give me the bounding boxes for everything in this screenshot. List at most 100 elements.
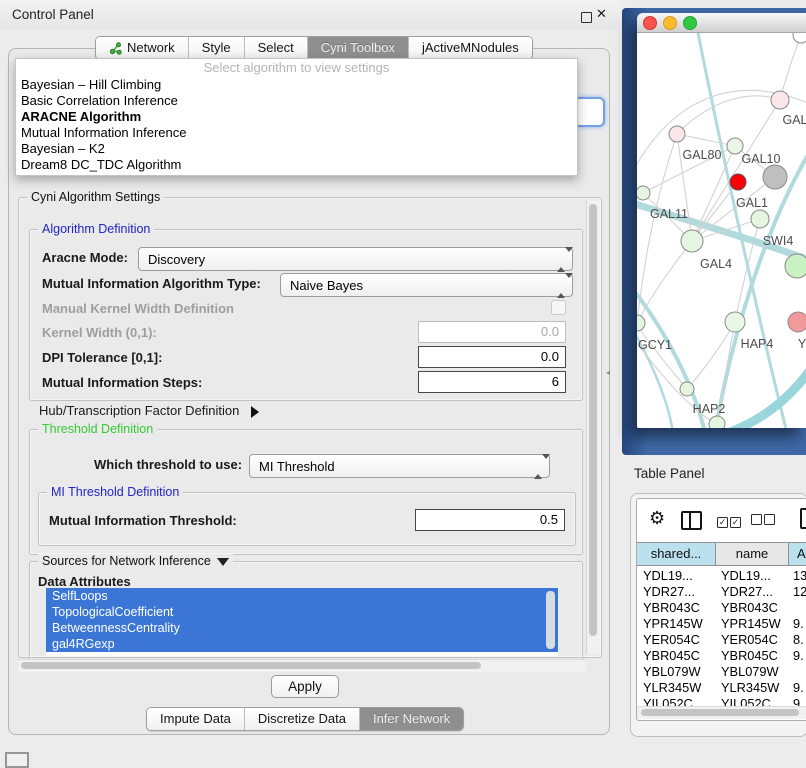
node[interactable] — [709, 416, 725, 428]
scrollbar-thumb[interactable] — [589, 204, 597, 636]
aracne-mode-label: Aracne Mode: — [42, 250, 128, 265]
tab-impute-data[interactable]: Impute Data — [147, 708, 244, 730]
dropdown-item[interactable]: Bayesian – Hill Climbing — [16, 77, 577, 93]
stepper-icon — [557, 252, 566, 267]
aracne-mode-select[interactable]: Discovery — [138, 247, 573, 271]
node[interactable] — [680, 382, 694, 396]
node-label: GAL — [782, 113, 806, 127]
hub-definition-expander[interactable]: Hub/Transcription Factor Definition — [39, 403, 259, 418]
node[interactable] — [793, 33, 806, 43]
node[interactable] — [637, 315, 645, 331]
clear-all-checks-icon[interactable] — [751, 513, 777, 528]
scrollbar-thumb[interactable] — [21, 662, 481, 669]
node[interactable] — [725, 312, 745, 332]
kernel-width-field[interactable]: 0.0 — [418, 321, 566, 343]
column-layout-icon[interactable] — [681, 511, 702, 530]
node[interactable] — [785, 254, 806, 278]
node[interactable] — [763, 165, 787, 189]
network-window-titlebar[interactable] — [637, 13, 806, 33]
node-label-layer: GAL GAL80 GAL10 GAL1 GAL11 GAL4 SWI4 GCY… — [638, 113, 806, 416]
apply-button[interactable]: Apply — [271, 675, 339, 698]
table-row[interactable]: YER054CYER054C8. — [637, 632, 806, 648]
network-canvas[interactable]: GAL GAL80 GAL10 GAL1 GAL11 GAL4 SWI4 GCY… — [637, 33, 806, 428]
float-window-icon[interactable] — [581, 12, 592, 23]
table-row[interactable]: YBR043CYBR043C — [637, 600, 806, 616]
node[interactable] — [788, 312, 806, 332]
tab-jactivemnodules[interactable]: jActiveMNodules — [408, 37, 532, 59]
stepper-icon — [557, 278, 566, 293]
table-row[interactable]: YBL079WYBL079W — [637, 664, 806, 680]
which-threshold-select[interactable]: MI Threshold — [249, 454, 550, 478]
node[interactable] — [637, 186, 650, 200]
node[interactable] — [771, 91, 789, 109]
dropdown-item[interactable]: Bayesian – K2 — [16, 141, 577, 157]
mi-steps-field[interactable]: 6 — [418, 371, 566, 393]
cyni-bottom-tab-bar: Impute Data Discretize Data Infer Networ… — [146, 707, 464, 731]
group-title: Algorithm Definition — [38, 222, 154, 237]
close-traffic-icon[interactable] — [643, 16, 657, 30]
list-item[interactable]: gal4RGexp — [46, 636, 558, 652]
network-window[interactable]: GAL GAL80 GAL10 GAL1 GAL11 GAL4 SWI4 GCY… — [637, 13, 806, 428]
list-item[interactable]: SelfLoops — [46, 588, 558, 604]
minimize-traffic-icon[interactable] — [663, 16, 677, 30]
dpi-tolerance-field[interactable]: 0.0 — [418, 346, 566, 368]
node[interactable] — [751, 210, 769, 228]
node-label: Y — [798, 337, 806, 351]
table-row[interactable]: YPR145WYPR145W9. — [637, 616, 806, 632]
manual-kernel-checkbox[interactable] — [551, 300, 566, 315]
mi-steps-label: Mutual Information Steps: — [42, 375, 202, 390]
table-row[interactable]: YDL19...YDL19...13 — [637, 568, 806, 584]
tab-network[interactable]: Network — [96, 37, 188, 59]
manual-kernel-label: Manual Kernel Width Definition — [42, 301, 234, 316]
dropdown-item[interactable]: Basic Correlation Inference — [16, 93, 577, 109]
column-header-name[interactable]: name — [716, 543, 789, 565]
table-row[interactable]: YDR27...YDR27...12 — [637, 584, 806, 600]
node-label: GAL1 — [736, 196, 768, 210]
settings-vertical-scrollbar[interactable] — [586, 200, 600, 654]
tab-cyni-toolbox[interactable]: Cyni Toolbox — [307, 37, 408, 59]
node[interactable] — [681, 230, 703, 252]
splitter-collapse-icon[interactable]: ◂ — [606, 367, 614, 379]
node[interactable] — [669, 126, 685, 142]
table-row[interactable]: YLR345WYLR345W9. — [637, 680, 806, 696]
network-view-desktop: GAL GAL80 GAL10 GAL1 GAL11 GAL4 SWI4 GCY… — [622, 8, 806, 455]
collapsed-panel-handle[interactable] — [5, 752, 29, 768]
table-panel-title: Table Panel — [634, 466, 705, 481]
table-row[interactable]: YBR045CYBR045C9. — [637, 648, 806, 664]
column-header-shared-name[interactable]: shared... — [637, 543, 716, 565]
algorithm-definition-group: Algorithm Definition Aracne Mode: Discov… — [29, 229, 583, 401]
column-header-partial[interactable]: A — [789, 543, 806, 565]
dropdown-item[interactable]: Mutual Information Inference — [16, 125, 577, 141]
tab-discretize-data[interactable]: Discretize Data — [244, 708, 359, 730]
data-attributes-list: SelfLoops TopologicalCoefficient Between… — [46, 588, 558, 656]
node-label: HAP4 — [741, 337, 774, 351]
list-scrollbar[interactable] — [546, 591, 555, 649]
export-table-icon[interactable] — [800, 508, 806, 529]
node-label: HAP2 — [693, 402, 726, 416]
list-item[interactable]: TopologicalCoefficient — [46, 604, 558, 620]
tab-infer-network[interactable]: Infer Network — [359, 708, 463, 730]
close-icon[interactable]: ✕ — [596, 6, 607, 22]
node-label: GAL80 — [683, 148, 722, 162]
tab-style[interactable]: Style — [188, 37, 244, 59]
gear-icon[interactable]: ⚙ — [649, 508, 665, 529]
zoom-traffic-icon[interactable] — [683, 16, 697, 30]
threshold-definition-group: Threshold Definition Which threshold to … — [29, 429, 583, 555]
tab-select[interactable]: Select — [244, 37, 307, 59]
group-title: MI Threshold Definition — [47, 485, 183, 500]
select-all-checks-icon[interactable]: ✓✓ — [717, 513, 743, 528]
dropdown-item[interactable]: Dream8 DC_TDC Algorithm — [16, 157, 577, 173]
collapse-down-icon — [217, 558, 229, 566]
stepper-icon — [534, 459, 543, 474]
group-title: Threshold Definition — [38, 422, 157, 437]
list-item[interactable]: BetweennessCentrality — [46, 620, 558, 636]
mi-threshold-field[interactable]: 0.5 — [415, 509, 565, 531]
settings-horizontal-scrollbar[interactable] — [18, 659, 586, 672]
algorithm-combo-fragment[interactable] — [574, 97, 605, 127]
dropdown-item-selected[interactable]: ARACNE Algorithm — [16, 109, 577, 125]
table-panel: ⚙ ✓✓ shared... name A YDL19...YDL19...13… — [630, 493, 806, 737]
mi-algorithm-type-select[interactable]: Naive Bayes — [280, 273, 573, 297]
scrollbar-thumb[interactable] — [641, 709, 799, 716]
node-selected[interactable] — [730, 174, 746, 190]
table-horizontal-scrollbar[interactable] — [637, 706, 806, 719]
